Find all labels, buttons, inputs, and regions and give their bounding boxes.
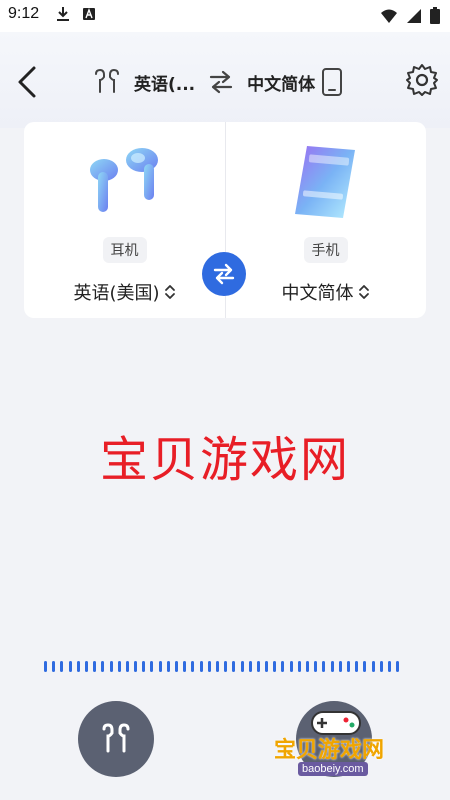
- phone-icon: [322, 68, 343, 96]
- waveform-bar: [134, 660, 138, 672]
- waveform-bar: [101, 660, 105, 672]
- earphone-speak-button[interactable]: [78, 701, 154, 777]
- waveform-bar: [84, 660, 88, 672]
- header-source-language: 英语(...: [134, 74, 196, 95]
- settings-button[interactable]: [404, 62, 442, 100]
- waveform-bar: [289, 660, 293, 672]
- waveform-bar: [199, 660, 203, 672]
- chevron-up-down-icon: [164, 285, 175, 299]
- waveform-bar: [93, 660, 97, 672]
- audio-waveform: [44, 660, 406, 672]
- waveform-bar: [387, 660, 391, 672]
- waveform-bar: [68, 660, 72, 672]
- watermark-text: 宝贝游戏网: [99, 432, 350, 488]
- waveform-bar: [76, 660, 80, 672]
- waveform-bar: [371, 660, 375, 672]
- waveform-bar: [117, 660, 121, 672]
- waveform-bar: [346, 660, 350, 672]
- waveform-bar: [150, 660, 154, 672]
- waveform-bar: [142, 660, 146, 672]
- waveform-bar: [191, 660, 195, 672]
- waveform-bar: [175, 660, 178, 672]
- swap-arrows-icon: [210, 70, 233, 94]
- waveform-bar: [44, 660, 47, 672]
- waveform-bar: [363, 660, 367, 672]
- waveform-bar: [379, 660, 383, 672]
- waveform-bar: [158, 660, 162, 672]
- waveform-bar: [125, 660, 129, 672]
- waveform-bar: [248, 660, 252, 672]
- status-time: 9:12: [8, 5, 40, 22]
- waveform-bar: [322, 660, 326, 672]
- site-logo-stamp: 宝贝游戏网 baobeiy.com: [268, 708, 428, 788]
- waveform-bar: [215, 660, 219, 672]
- back-button[interactable]: [12, 62, 44, 102]
- swap-arrows-icon: [213, 263, 235, 285]
- swap-languages-button[interactable]: [202, 252, 246, 296]
- gear-icon: [406, 64, 438, 96]
- phone-image-icon: [294, 146, 355, 218]
- earbuds-icon: [95, 68, 119, 93]
- waveform-bar: [355, 660, 359, 672]
- waveform-bar: [109, 660, 113, 672]
- status-bar: 9:12: [0, 0, 450, 32]
- waveform-bar: [265, 660, 269, 672]
- waveform-bar: [240, 660, 244, 672]
- logo-url: baobeiy.com: [298, 762, 368, 776]
- back-arrow-icon: [18, 66, 36, 98]
- waveform-bar: [224, 660, 228, 672]
- earbuds-icon: [102, 723, 130, 753]
- waveform-bar: [183, 660, 187, 672]
- earbuds-image-icon: [89, 148, 158, 212]
- top-bar: 英语(... 中文简体: [0, 32, 450, 128]
- waveform-bar: [60, 660, 64, 672]
- phone-side: 手机 中文简体: [225, 122, 426, 318]
- waveform-bar: [281, 660, 285, 672]
- download-icon: [57, 7, 69, 21]
- battery-icon: [430, 7, 440, 24]
- signal-icon: [407, 8, 421, 23]
- logo-text: 宝贝游戏网: [274, 738, 385, 763]
- phone-language: 中文简体: [281, 283, 354, 304]
- phone-label: 手机: [303, 237, 348, 263]
- waveform-bar: [232, 660, 236, 672]
- waveform-bar: [166, 660, 170, 672]
- waveform-bar: [273, 660, 277, 672]
- waveform-bar: [338, 660, 342, 672]
- earphone-label: 耳机: [102, 237, 147, 263]
- waveform-bar: [396, 660, 400, 672]
- text-a-icon: [83, 8, 95, 20]
- waveform-bar: [52, 660, 56, 672]
- waveform-bar: [207, 660, 211, 672]
- wifi-icon: [381, 9, 397, 23]
- waveform-bar: [330, 660, 334, 672]
- language-pair-header[interactable]: 英语(... 中文简体: [92, 68, 343, 96]
- waveform-bar: [314, 660, 318, 672]
- earphone-language-select[interactable]: 英语(美国): [24, 279, 225, 305]
- phone-language-select[interactable]: 中文简体: [225, 279, 426, 305]
- waveform-bar: [256, 660, 260, 672]
- waveform-bar: [306, 660, 309, 672]
- header-target-language: 中文简体: [247, 74, 316, 95]
- chevron-up-down-icon: [358, 285, 369, 299]
- earphone-side: 耳机 英语(美国): [24, 122, 225, 318]
- earphone-language: 英语(美国): [73, 283, 160, 304]
- waveform-bar: [297, 660, 301, 672]
